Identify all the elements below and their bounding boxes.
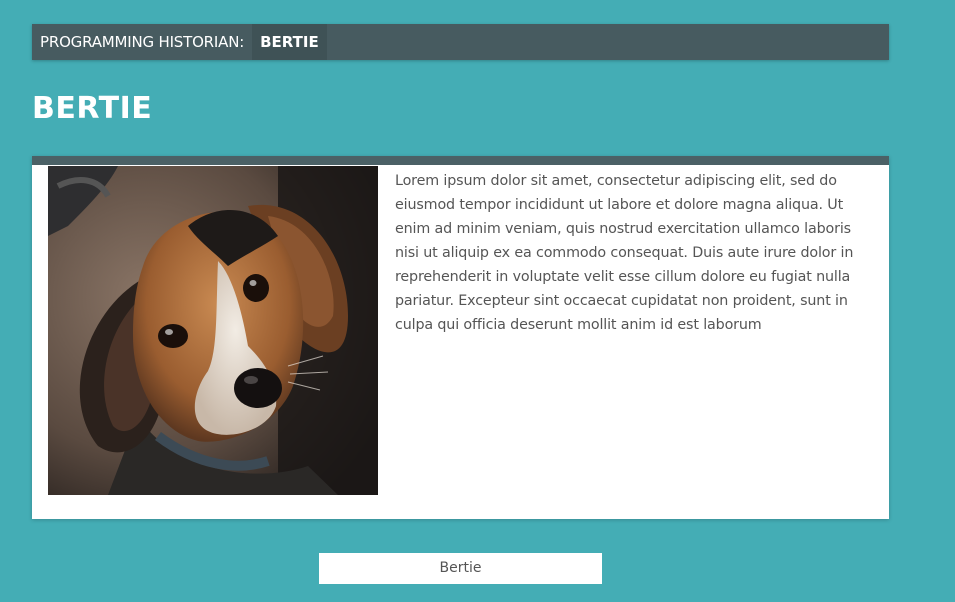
breadcrumb-current[interactable]: BERTIE <box>252 24 327 60</box>
bertie-button[interactable]: Bertie <box>319 553 602 584</box>
top-navigation-bar: PROGRAMMING HISTORIAN: BERTIE <box>32 24 889 60</box>
content-card: Lorem ipsum dolor sit amet, consectetur … <box>32 156 889 519</box>
site-name-link[interactable]: PROGRAMMING HISTORIAN: <box>32 24 252 60</box>
page-title: BERTIE <box>32 91 153 126</box>
body-text: Lorem ipsum dolor sit amet, consectetur … <box>395 173 854 333</box>
dog-photo <box>48 166 378 495</box>
